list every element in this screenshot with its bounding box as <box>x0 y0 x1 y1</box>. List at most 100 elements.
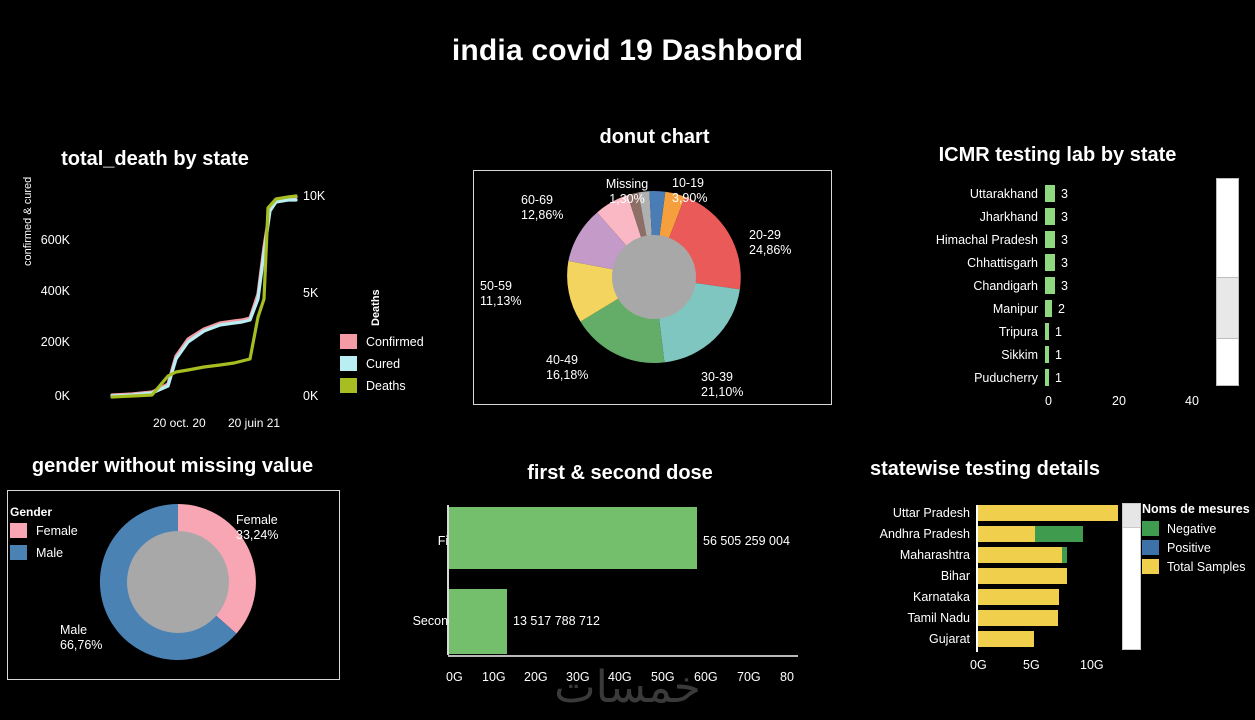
donut-label-missing-pct: 1,30% <box>609 192 645 206</box>
statewise-row[interactable]: Andhra Pradesh <box>830 523 1130 544</box>
donut-chart-panel: donut chart Missing 1,30% 10-19 3,90% 20… <box>462 126 847 411</box>
legend-item-male[interactable]: Male <box>10 545 78 560</box>
icmr-bar[interactable] <box>1045 208 1055 225</box>
dose-xtick-0g: 0G <box>446 670 463 684</box>
statewise-seg-total-samples[interactable] <box>978 567 1067 584</box>
donut-chart-frame: Missing 1,30% 10-19 3,90% 20-29 24,86% 3… <box>473 170 832 405</box>
statewise-seg-total-samples[interactable] <box>978 588 1059 605</box>
icmr-row[interactable]: Sikkim 1 <box>860 343 1200 366</box>
statewise-seg-total-samples[interactable] <box>978 504 1118 521</box>
statewise-scrollbar-thumb[interactable] <box>1123 504 1140 528</box>
statewise-seg-negative[interactable] <box>1062 546 1067 563</box>
statewise-seg-total-samples[interactable] <box>978 630 1034 647</box>
icmr-row[interactable]: Chhattisgarh 3 <box>860 251 1200 274</box>
icmr-row[interactable]: Himachal Pradesh 3 <box>860 228 1200 251</box>
icmr-row[interactable]: Puducherry 1 <box>860 366 1200 389</box>
statewise-bar[interactable] <box>978 567 1067 584</box>
donut-label-50-59: 50-59 11,13% <box>480 279 555 309</box>
legend-item-confirmed[interactable]: Confirmed <box>340 334 424 349</box>
legend-item-female[interactable]: Female <box>10 523 78 538</box>
statewise-bar[interactable] <box>978 525 1083 542</box>
statewise-seg-total-samples[interactable] <box>978 546 1062 563</box>
icmr-row[interactable]: Tripura 1 <box>860 320 1200 343</box>
dose-xtick-80g: 80 <box>780 670 794 684</box>
gender-chart-title: gender without missing value <box>31 455 314 477</box>
statewise-xtick-5g: 5G <box>1023 658 1040 672</box>
donut-label-60-69-name: 60-69 <box>521 193 553 207</box>
statewise-row[interactable]: Gujarat <box>830 628 1130 649</box>
statewise-row[interactable]: Maharashtra <box>830 544 1130 565</box>
dose-xtick-30g: 30G <box>566 670 590 684</box>
legend-item-positive[interactable]: Positive <box>1142 540 1250 555</box>
line-series-deaths <box>110 194 298 399</box>
icmr-bar[interactable] <box>1045 277 1055 294</box>
dose-bar-second[interactable] <box>449 589 507 654</box>
line-chart-plot <box>110 194 298 399</box>
line-chart-ytick-600k: 600K <box>40 233 70 247</box>
icmr-row[interactable]: Manipur 2 <box>860 297 1200 320</box>
line-chart-xtick-oct: 20 oct. 20 <box>153 416 206 430</box>
icmr-bar[interactable] <box>1045 185 1055 202</box>
statewise-state-label: Bihar <box>940 568 970 583</box>
icmr-bar[interactable] <box>1045 300 1052 317</box>
statewise-row[interactable]: Tamil Nadu <box>830 607 1130 628</box>
donut-label-10-19: 10-19 3,90% <box>672 176 742 206</box>
icmr-value-label: 1 <box>1055 324 1062 339</box>
icmr-row[interactable]: Uttarakhand 3 <box>860 182 1200 205</box>
icmr-xtick-20: 20 <box>1112 394 1126 408</box>
line-chart-xtick-juin: 20 juin 21 <box>228 416 281 430</box>
gender-label-female-pct: 33,24% <box>236 528 279 542</box>
icmr-row[interactable]: Chandigarh 3 <box>860 274 1200 297</box>
icmr-state-label: Sikkim <box>1001 347 1038 362</box>
icmr-chart-title: ICMR testing lab by state <box>938 144 1177 166</box>
icmr-scrollbar[interactable] <box>1216 178 1239 386</box>
icmr-bar[interactable] <box>1045 231 1055 248</box>
dose-xtick-60g: 60G <box>694 670 718 684</box>
gender-legend-title: Gender <box>10 505 53 519</box>
icmr-value-label: 1 <box>1055 347 1062 362</box>
line-chart-y2tick-0k: 0K <box>303 389 319 403</box>
legend-item-cured[interactable]: Cured <box>340 356 424 371</box>
icmr-scrollbar-thumb[interactable] <box>1217 277 1238 339</box>
legend-swatch-negative <box>1142 521 1159 536</box>
legend-item-total-samples[interactable]: Total Samples <box>1142 559 1250 574</box>
gender-chart-graphic[interactable] <box>98 502 258 662</box>
dose-value-first: 56 505 259 004 <box>703 534 790 548</box>
icmr-state-label: Uttarakhand <box>969 186 1038 201</box>
statewise-seg-negative[interactable] <box>1035 525 1083 542</box>
statewise-bar[interactable] <box>978 609 1058 626</box>
legend-item-deaths[interactable]: Deaths <box>340 378 424 393</box>
legend-label-female: Female <box>36 523 78 538</box>
dose-bar-first[interactable] <box>449 507 697 569</box>
statewise-bar[interactable] <box>978 630 1034 647</box>
statewise-bar[interactable] <box>978 504 1118 521</box>
icmr-xtick-40: 40 <box>1185 394 1199 408</box>
statewise-scrollbar[interactable] <box>1122 503 1141 650</box>
dose-chart-panel: first & second dose <box>420 462 820 692</box>
statewise-bar[interactable] <box>978 588 1059 605</box>
statewise-row[interactable]: Karnataka <box>830 586 1130 607</box>
dose-value-second: 13 517 788 712 <box>513 614 600 628</box>
donut-chart-title: donut chart <box>599 126 710 148</box>
icmr-bar[interactable] <box>1045 254 1055 271</box>
legend-item-negative[interactable]: Negative <box>1142 521 1250 536</box>
donut-center-hole <box>612 235 696 319</box>
statewise-seg-total-samples[interactable] <box>978 609 1058 626</box>
statewise-chart-y-axis-line <box>976 505 978 652</box>
statewise-xtick-10g: 10G <box>1080 658 1104 672</box>
icmr-row[interactable]: Jharkhand 3 <box>860 205 1200 228</box>
statewise-xtick-0g: 0G <box>970 658 987 672</box>
legend-swatch-total-samples <box>1142 559 1159 574</box>
line-chart-ytick-200k: 200K <box>40 335 70 349</box>
statewise-chart-legend: Noms de mesures Negative Positive Total … <box>1142 502 1250 578</box>
icmr-value-label: 3 <box>1061 278 1068 293</box>
donut-label-40-49-pct: 16,18% <box>546 368 589 382</box>
statewise-chart-title: statewise testing details <box>869 458 1101 480</box>
legend-label-confirmed: Confirmed <box>366 334 424 349</box>
donut-label-20-29-pct: 24,86% <box>749 243 792 257</box>
statewise-bar[interactable] <box>978 546 1067 563</box>
statewise-row[interactable]: Uttar Pradesh <box>830 502 1130 523</box>
statewise-seg-total-samples[interactable] <box>978 525 1035 542</box>
statewise-row[interactable]: Bihar <box>830 565 1130 586</box>
gender-label-female: Female 33,24% <box>236 513 278 543</box>
